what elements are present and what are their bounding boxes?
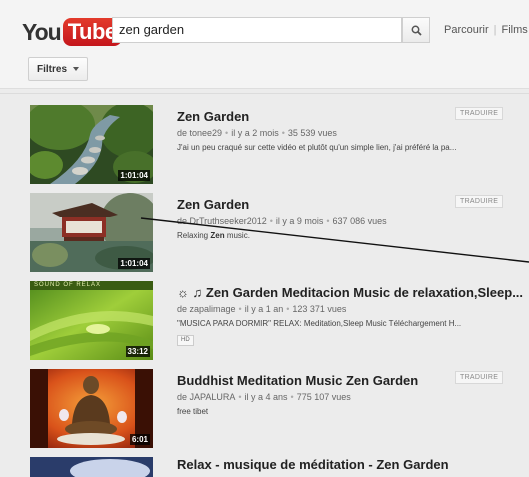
video-description: J'ai un peu craqué sur cette vidéo et pl… bbox=[177, 143, 457, 152]
video-thumbnail[interactable]: 1:01:04 bbox=[30, 105, 153, 184]
video-title[interactable]: Buddhist Meditation Music Zen Garden bbox=[177, 373, 418, 388]
view-count: 123 371 vues bbox=[292, 304, 347, 314]
separator-dot: • bbox=[286, 304, 290, 314]
search-input[interactable]: zen garden bbox=[112, 17, 402, 43]
video-description: free tibet bbox=[177, 407, 209, 416]
view-count: 35 539 vues bbox=[287, 128, 337, 138]
video-meta: de tonee29 • il y a 2 mois • 35 539 vues bbox=[177, 128, 337, 138]
translate-button[interactable]: TRADUIRE bbox=[455, 371, 504, 384]
translate-button[interactable]: TRADUIRE bbox=[455, 107, 504, 120]
search-button[interactable] bbox=[402, 17, 430, 43]
video-thumbnail[interactable] bbox=[30, 457, 153, 477]
video-duration: 1:01:04 bbox=[118, 258, 150, 269]
upload-date: il y a 1 an bbox=[244, 304, 284, 314]
video-title[interactable]: ☼ ♫ Zen Garden Meditacion Music de relax… bbox=[177, 285, 523, 300]
separator-dot: • bbox=[290, 392, 294, 402]
video-description: Relaxing Zen music. bbox=[177, 231, 250, 240]
video-meta: de JAPALURA • il y a 4 ans • 775 107 vues bbox=[177, 392, 351, 402]
nav-link-films[interactable]: Films bbox=[501, 24, 527, 36]
top-nav: Parcourir | Films bbox=[444, 24, 528, 36]
filters-label: Filtres bbox=[37, 63, 68, 75]
channel-link[interactable]: de zapalimage bbox=[177, 304, 236, 314]
video-meta: de zapalimage • il y a 1 an • 123 371 vues bbox=[177, 304, 346, 314]
video-duration: 1:01:04 bbox=[118, 170, 150, 181]
separator-dot: • bbox=[238, 392, 242, 402]
video-duration: 33:12 bbox=[125, 346, 150, 357]
desc-text: music. bbox=[224, 231, 250, 240]
nav-separator: | bbox=[493, 24, 497, 36]
thumbnail-caption: SOUND OF RELAX bbox=[34, 282, 102, 288]
video-title[interactable]: Zen Garden bbox=[177, 109, 249, 124]
video-thumbnail[interactable]: SOUND OF RELAX 33:12 bbox=[30, 281, 153, 360]
desc-highlight: Zen bbox=[210, 231, 225, 240]
channel-link[interactable]: de tonee29 bbox=[177, 128, 222, 138]
view-count: 637 086 vues bbox=[332, 216, 387, 226]
filters-button[interactable]: Filtres bbox=[28, 57, 89, 81]
hd-badge: HD bbox=[177, 335, 194, 346]
video-title[interactable]: Relax - musique de méditation - Zen Gard… bbox=[177, 457, 449, 472]
separator-dot: • bbox=[238, 304, 242, 314]
video-meta: de DrTruthseeker2012 • il y a 9 mois • 637 0… bbox=[177, 216, 387, 226]
translate-button[interactable]: TRADUIRE bbox=[455, 195, 504, 208]
masthead: You Tube zen garden Parcourir | Films Filt… bbox=[0, 0, 529, 89]
thumbnail-image bbox=[30, 457, 153, 477]
channel-link[interactable]: de DrTruthseeker2012 bbox=[177, 216, 267, 226]
video-duration: 6:01 bbox=[129, 434, 150, 445]
upload-date: il y a 2 mois bbox=[231, 128, 279, 138]
channel-link[interactable]: de JAPALURA bbox=[177, 392, 235, 402]
video-thumbnail[interactable]: 1:01:04 bbox=[30, 193, 153, 272]
separator-dot: • bbox=[281, 128, 285, 138]
upload-date: il y a 9 mois bbox=[275, 216, 324, 226]
view-count: 775 107 vues bbox=[296, 392, 351, 402]
chevron-down-icon bbox=[73, 67, 80, 71]
separator-dot: • bbox=[326, 216, 330, 226]
logo-you: You bbox=[22, 18, 62, 45]
divider bbox=[0, 93, 529, 94]
desc-text: Relaxing bbox=[177, 231, 211, 240]
video-title[interactable]: Zen Garden bbox=[177, 197, 249, 212]
separator-dot: • bbox=[225, 128, 229, 138]
separator-dot: • bbox=[269, 216, 273, 226]
search-icon bbox=[411, 25, 422, 36]
upload-date: il y a 4 ans bbox=[244, 392, 288, 402]
youtube-logo[interactable]: You Tube bbox=[22, 17, 122, 47]
nav-link-browse[interactable]: Parcourir bbox=[444, 24, 489, 36]
video-description: "MUSICA PARA DORMIR" RELAX: Meditation,S… bbox=[177, 319, 462, 328]
video-thumbnail[interactable]: 6:01 bbox=[30, 369, 153, 448]
